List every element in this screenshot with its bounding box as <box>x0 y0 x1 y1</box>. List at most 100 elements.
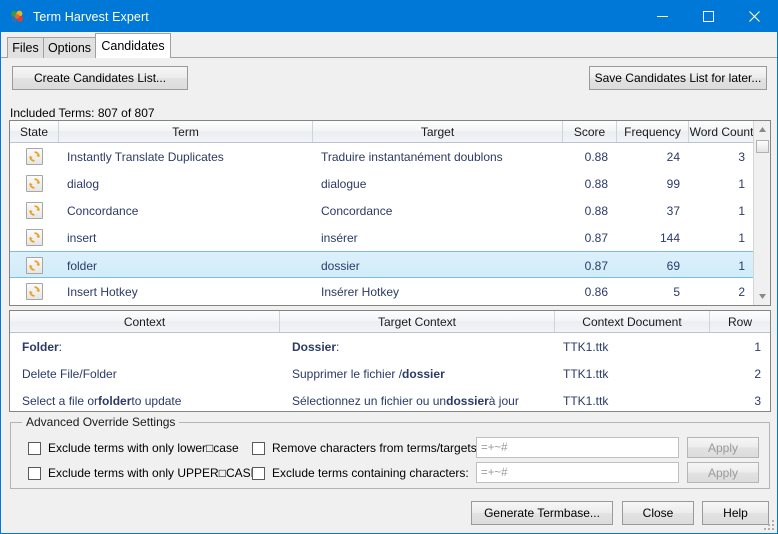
refresh-icon <box>26 283 43 300</box>
generate-termbase-button[interactable]: Generate Termbase... <box>471 501 613 525</box>
list-item[interactable]: Folder: Dossier: TTK1.ttk 1 <box>10 333 770 360</box>
table-row[interactable]: insert insérer 0.87 144 1 <box>10 224 770 251</box>
maximize-button[interactable] <box>685 1 731 32</box>
exclude-characters-checkbox[interactable] <box>252 466 265 480</box>
row-term-cell: dialog <box>67 176 100 191</box>
title-bar: Term Harvest Expert <box>1 1 777 32</box>
row-frequency-cell: 99 <box>666 176 680 191</box>
row-term-cell: folder <box>67 258 98 273</box>
close-button[interactable] <box>731 1 777 32</box>
list-item[interactable]: Delete File/Folder Supprimer le fichier … <box>10 360 770 387</box>
tab-files[interactable]: Files <box>7 37 44 58</box>
row-state-cell[interactable] <box>10 278 59 305</box>
row-score-cell: 0.86 <box>584 284 608 299</box>
row-term-cell: insert <box>67 230 97 245</box>
help-button[interactable]: Help <box>702 501 769 525</box>
scrollbar-thumb[interactable] <box>756 140 769 153</box>
row-state-cell[interactable] <box>10 252 59 279</box>
candidates-grid[interactable]: State Term Target Score Frequency Word C… <box>9 120 771 306</box>
create-candidates-list-button[interactable]: Create Candidates List... <box>12 66 188 90</box>
table-row[interactable]: Instantly Translate Duplicates Traduire … <box>10 143 770 170</box>
context-row-cell: 3 <box>754 393 761 408</box>
row-word-count-cell: 1 <box>738 258 745 273</box>
list-item[interactable]: Select a file or folder to update Sélect… <box>10 387 770 411</box>
context-grid[interactable]: Context Target Context Context Document … <box>9 310 771 412</box>
target-context-text-part: Sélectionnez un fichier ou un <box>292 393 447 408</box>
tab-options-label: Options <box>47 41 92 55</box>
scroll-down-icon[interactable] <box>754 288 770 305</box>
column-header-word-count[interactable]: Word Count <box>689 121 754 142</box>
row-frequency-cell: 37 <box>666 203 680 218</box>
target-context-cell: Supprimer le fichier / dossier <box>280 360 555 387</box>
row-state-cell[interactable] <box>10 224 59 251</box>
row-state-cell[interactable] <box>10 197 59 224</box>
window-title: Term Harvest Expert <box>33 9 149 24</box>
row-target-cell: insérer <box>321 230 358 245</box>
table-row[interactable]: folder dossier 0.87 69 1 <box>10 251 770 278</box>
apply-exclude-characters-button[interactable]: Apply <box>687 462 759 483</box>
column-header-context-document[interactable]: Context Document <box>555 311 710 332</box>
target-context-text-part: à jour <box>488 393 519 408</box>
tab-candidates[interactable]: Candidates <box>95 33 171 58</box>
context-cell: Folder: <box>10 333 280 360</box>
remove-characters-checkbox[interactable] <box>252 441 265 455</box>
exclude-characters-input[interactable]: =+~# <box>476 462 679 483</box>
context-text-part: Delete File/Folder <box>22 366 117 381</box>
close-button-footer[interactable]: Close <box>622 501 694 525</box>
refresh-icon <box>26 229 43 246</box>
tab-options[interactable]: Options <box>43 37 96 58</box>
context-document-cell: TTK1.ttk <box>563 366 609 381</box>
row-word-count-cell: 2 <box>738 284 745 299</box>
application-window: Term Harvest Expert Files Options Candid… <box>0 0 778 534</box>
save-candidates-list-button[interactable]: Save Candidates List for later... <box>589 66 767 90</box>
column-header-row[interactable]: Row <box>710 311 770 332</box>
column-header-frequency[interactable]: Frequency <box>617 121 689 142</box>
row-state-cell[interactable] <box>10 143 59 170</box>
advanced-override-settings-title: Advanced Override Settings <box>22 415 180 429</box>
row-target-cell: dossier <box>321 258 360 273</box>
tab-candidates-label: Candidates <box>101 39 165 53</box>
resize-grip[interactable] <box>763 519 775 531</box>
column-header-context[interactable]: Context <box>10 311 280 332</box>
exclude-lowercase-checkbox[interactable] <box>28 441 41 455</box>
column-header-state[interactable]: State <box>10 121 59 142</box>
row-frequency-cell: 5 <box>673 284 680 299</box>
table-row[interactable]: Concordance Concordance 0.88 37 1 <box>10 197 770 224</box>
exclude-uppercase-checkbox[interactable] <box>28 466 41 480</box>
target-context-text-part: Dossier <box>292 339 337 354</box>
context-row-cell: 2 <box>754 366 761 381</box>
save-candidates-list-label: Save Candidates List for later... <box>594 71 762 85</box>
row-state-cell[interactable] <box>10 170 59 197</box>
target-context-text-part: : <box>336 339 340 354</box>
candidates-grid-scrollbar[interactable] <box>753 121 770 305</box>
context-cell: Select a file or folder to update <box>10 387 280 411</box>
apply-remove-characters-button[interactable]: Apply <box>687 437 759 458</box>
generate-termbase-label: Generate Termbase... <box>484 506 600 520</box>
exclude-characters-row[interactable]: Exclude terms containing characters: <box>252 466 469 480</box>
table-row[interactable]: Insert Hotkey Insérer Hotkey 0.86 5 2 <box>10 278 770 305</box>
advanced-override-settings-group: Advanced Override Settings Exclude terms… <box>10 415 770 489</box>
row-target-cell: Insérer Hotkey <box>321 284 400 299</box>
column-header-score[interactable]: Score <box>563 121 617 142</box>
column-header-target-context[interactable]: Target Context <box>280 311 555 332</box>
exclude-uppercase-row[interactable]: Exclude terms with only UPPER□CASE <box>28 466 259 480</box>
context-grid-header: Context Target Context Context Document … <box>10 311 770 333</box>
row-word-count-cell: 3 <box>738 149 745 164</box>
help-button-label: Help <box>723 506 748 520</box>
minimize-button[interactable] <box>639 1 685 32</box>
row-score-cell: 0.88 <box>584 176 608 191</box>
remove-characters-input[interactable]: =+~# <box>476 437 679 458</box>
column-header-term[interactable]: Term <box>59 121 313 142</box>
row-target-cell: dialogue <box>321 176 367 191</box>
remove-characters-label: Remove characters from terms/targets: <box>272 441 481 455</box>
scroll-up-icon[interactable] <box>754 121 770 138</box>
context-cell: Delete File/Folder <box>10 360 280 387</box>
row-term-cell: Concordance <box>67 203 139 218</box>
column-header-target[interactable]: Target <box>313 121 563 142</box>
pinwheel-icon <box>9 9 25 25</box>
exclude-lowercase-row[interactable]: Exclude terms with only lower□case <box>28 441 239 455</box>
row-frequency-cell: 69 <box>666 258 680 273</box>
table-row[interactable]: dialog dialogue 0.88 99 1 <box>10 170 770 197</box>
remove-characters-row[interactable]: Remove characters from terms/targets: <box>252 441 480 455</box>
row-word-count-cell: 1 <box>738 176 745 191</box>
